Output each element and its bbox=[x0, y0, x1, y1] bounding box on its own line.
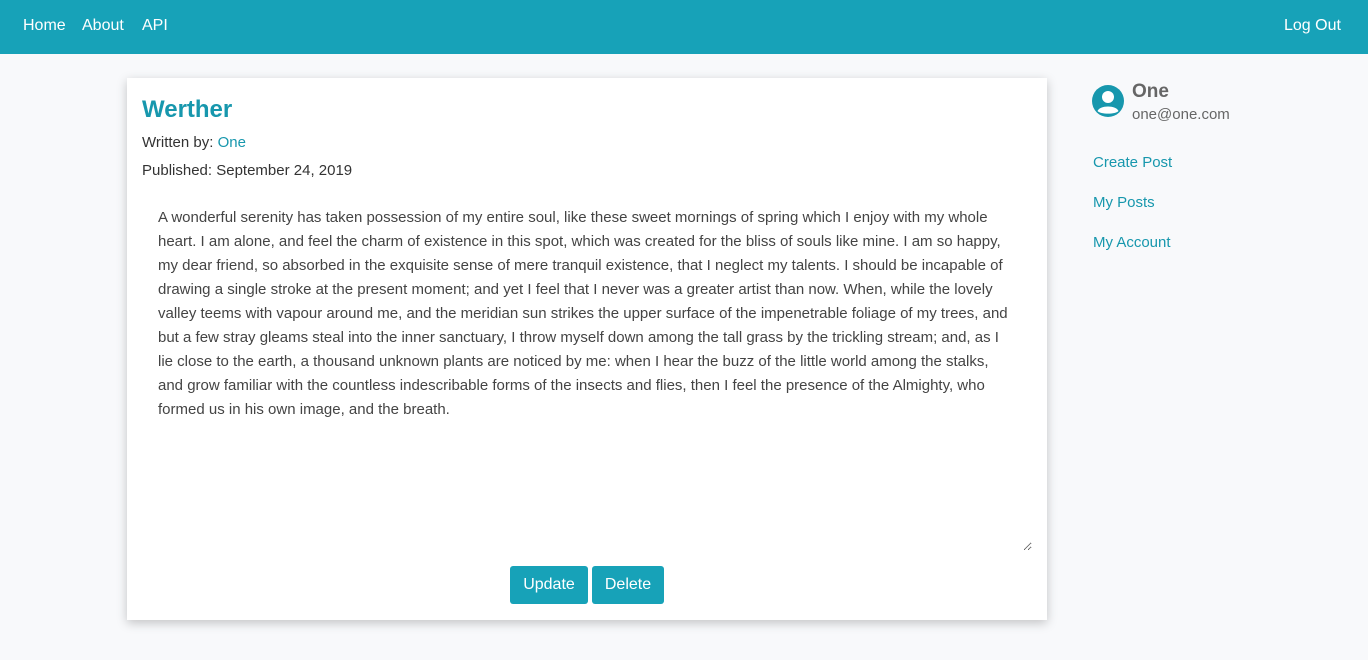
post-title: Werther bbox=[142, 96, 233, 123]
written-by-label: Written by: bbox=[142, 134, 214, 151]
my-account-link[interactable]: My Account bbox=[1093, 234, 1171, 251]
post-content-textarea[interactable]: A wonderful serenity has taken possessio… bbox=[142, 198, 1032, 551]
author-link[interactable]: One bbox=[218, 134, 246, 151]
my-posts-link[interactable]: My Posts bbox=[1093, 194, 1155, 211]
create-post-link[interactable]: Create Post bbox=[1093, 154, 1172, 171]
nav-about-link[interactable]: About bbox=[82, 17, 124, 35]
update-button[interactable]: Update bbox=[510, 566, 588, 604]
nav-api-link[interactable]: API bbox=[142, 17, 168, 35]
delete-button[interactable]: Delete bbox=[592, 566, 664, 604]
nav-home-link[interactable]: Home bbox=[23, 17, 66, 35]
nav-logout-link[interactable]: Log Out bbox=[1284, 17, 1341, 35]
top-navbar: Home About API Log Out bbox=[0, 0, 1368, 54]
profile-email: one@one.com bbox=[1132, 106, 1230, 123]
profile-name: One bbox=[1132, 81, 1169, 102]
post-author-line: Written by: One bbox=[142, 134, 246, 151]
post-published-date: Published: September 24, 2019 bbox=[142, 162, 353, 179]
user-circle-icon bbox=[1092, 85, 1124, 117]
post-card: Werther Written by: One Published: Septe… bbox=[127, 78, 1047, 620]
